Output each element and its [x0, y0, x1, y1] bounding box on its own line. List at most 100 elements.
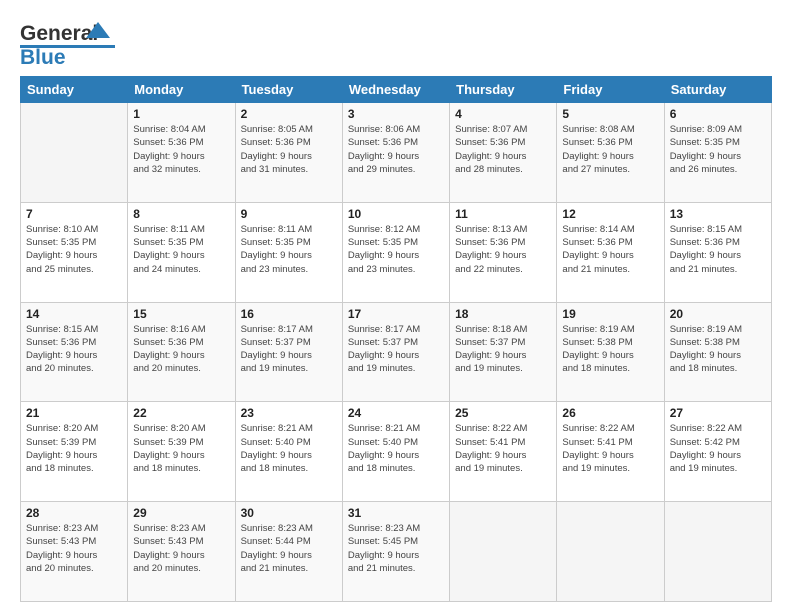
day-info: Sunrise: 8:13 AM Sunset: 5:36 PM Dayligh… — [455, 223, 551, 276]
day-info: Sunrise: 8:05 AM Sunset: 5:36 PM Dayligh… — [241, 123, 337, 176]
day-number: 9 — [241, 207, 337, 221]
day-info: Sunrise: 8:17 AM Sunset: 5:37 PM Dayligh… — [348, 323, 444, 376]
calendar-cell — [664, 502, 771, 602]
calendar-cell: 9 Sunrise: 8:11 AM Sunset: 5:35 PM Daylig… — [235, 202, 342, 302]
week-row-2: 7 Sunrise: 8:10 AM Sunset: 5:35 PM Daylig… — [21, 202, 772, 302]
calendar-cell: 17Sunrise: 8:17 AM Sunset: 5:37 PM Dayli… — [342, 302, 449, 402]
day-number: 8 — [133, 207, 229, 221]
day-number: 14 — [26, 307, 122, 321]
day-info: Sunrise: 8:23 AM Sunset: 5:43 PM Dayligh… — [26, 522, 122, 575]
header-row: Sunday Monday Tuesday Wednesday Thursday… — [21, 77, 772, 103]
day-number: 21 — [26, 406, 122, 420]
day-info: Sunrise: 8:12 AM Sunset: 5:35 PM Dayligh… — [348, 223, 444, 276]
calendar-cell: 31 Sunrise: 8:23 AM Sunset: 5:45 PM Dayli… — [342, 502, 449, 602]
col-monday: Monday — [128, 77, 235, 103]
col-thursday: Thursday — [450, 77, 557, 103]
logo: General Blue — [20, 18, 120, 66]
day-number: 19 — [562, 307, 658, 321]
page: General Blue Sunday Monday Tuesday Wedne… — [0, 0, 792, 612]
calendar-cell: 5Sunrise: 8:08 AM Sunset: 5:36 PM Daylig… — [557, 103, 664, 203]
day-info: Sunrise: 8:21 AM Sunset: 5:40 PM Dayligh… — [241, 422, 337, 475]
day-number: 27 — [670, 406, 766, 420]
day-info: Sunrise: 8:22 AM Sunset: 5:41 PM Dayligh… — [455, 422, 551, 475]
calendar-cell: 21 Sunrise: 8:20 AM Sunset: 5:39 PM Dayli… — [21, 402, 128, 502]
day-info: Sunrise: 8:09 AM Sunset: 5:35 PM Dayligh… — [670, 123, 766, 176]
calendar-cell: 6Sunrise: 8:09 AM Sunset: 5:35 PM Daylig… — [664, 103, 771, 203]
week-row-4: 21 Sunrise: 8:20 AM Sunset: 5:39 PM Dayli… — [21, 402, 772, 502]
calendar-cell: 30 Sunrise: 8:23 AM Sunset: 5:44 PM Dayli… — [235, 502, 342, 602]
day-number: 2 — [241, 107, 337, 121]
calendar-cell: 16 Sunrise: 8:17 AM Sunset: 5:37 PM Dayli… — [235, 302, 342, 402]
calendar-cell: 8 Sunrise: 8:11 AM Sunset: 5:35 PM Daylig… — [128, 202, 235, 302]
calendar-cell — [21, 103, 128, 203]
calendar-body: 1 Sunrise: 8:04 AM Sunset: 5:36 PM Daylig… — [21, 103, 772, 602]
day-info: Sunrise: 8:21 AM Sunset: 5:40 PM Dayligh… — [348, 422, 444, 475]
col-sunday: Sunday — [21, 77, 128, 103]
col-wednesday: Wednesday — [342, 77, 449, 103]
calendar-cell — [450, 502, 557, 602]
calendar-cell: 29Sunrise: 8:23 AM Sunset: 5:43 PM Dayli… — [128, 502, 235, 602]
day-info: Sunrise: 8:22 AM Sunset: 5:42 PM Dayligh… — [670, 422, 766, 475]
day-info: Sunrise: 8:18 AM Sunset: 5:37 PM Dayligh… — [455, 323, 551, 376]
day-info: Sunrise: 8:07 AM Sunset: 5:36 PM Dayligh… — [455, 123, 551, 176]
day-number: 1 — [133, 107, 229, 121]
week-row-3: 14Sunrise: 8:15 AM Sunset: 5:36 PM Dayli… — [21, 302, 772, 402]
calendar-cell: 22 Sunrise: 8:20 AM Sunset: 5:39 PM Dayli… — [128, 402, 235, 502]
week-row-1: 1 Sunrise: 8:04 AM Sunset: 5:36 PM Daylig… — [21, 103, 772, 203]
calendar-cell: 3 Sunrise: 8:06 AM Sunset: 5:36 PM Daylig… — [342, 103, 449, 203]
col-tuesday: Tuesday — [235, 77, 342, 103]
day-info: Sunrise: 8:06 AM Sunset: 5:36 PM Dayligh… — [348, 123, 444, 176]
day-number: 12 — [562, 207, 658, 221]
day-number: 31 — [348, 506, 444, 520]
calendar-cell: 11Sunrise: 8:13 AM Sunset: 5:36 PM Dayli… — [450, 202, 557, 302]
calendar-cell: 7 Sunrise: 8:10 AM Sunset: 5:35 PM Daylig… — [21, 202, 128, 302]
svg-text:General: General — [20, 22, 98, 45]
calendar-header: Sunday Monday Tuesday Wednesday Thursday… — [21, 77, 772, 103]
day-number: 22 — [133, 406, 229, 420]
day-info: Sunrise: 8:04 AM Sunset: 5:36 PM Dayligh… — [133, 123, 229, 176]
day-info: Sunrise: 8:15 AM Sunset: 5:36 PM Dayligh… — [670, 223, 766, 276]
day-number: 26 — [562, 406, 658, 420]
day-info: Sunrise: 8:11 AM Sunset: 5:35 PM Dayligh… — [241, 223, 337, 276]
day-info: Sunrise: 8:16 AM Sunset: 5:36 PM Dayligh… — [133, 323, 229, 376]
day-info: Sunrise: 8:11 AM Sunset: 5:35 PM Dayligh… — [133, 223, 229, 276]
calendar-cell: 4Sunrise: 8:07 AM Sunset: 5:36 PM Daylig… — [450, 103, 557, 203]
calendar-cell: 25 Sunrise: 8:22 AM Sunset: 5:41 PM Dayli… — [450, 402, 557, 502]
calendar-cell: 27 Sunrise: 8:22 AM Sunset: 5:42 PM Dayli… — [664, 402, 771, 502]
day-number: 23 — [241, 406, 337, 420]
day-info: Sunrise: 8:08 AM Sunset: 5:36 PM Dayligh… — [562, 123, 658, 176]
day-info: Sunrise: 8:20 AM Sunset: 5:39 PM Dayligh… — [26, 422, 122, 475]
day-info: Sunrise: 8:23 AM Sunset: 5:43 PM Dayligh… — [133, 522, 229, 575]
calendar-cell: 1 Sunrise: 8:04 AM Sunset: 5:36 PM Daylig… — [128, 103, 235, 203]
day-number: 30 — [241, 506, 337, 520]
calendar-cell: 24 Sunrise: 8:21 AM Sunset: 5:40 PM Dayli… — [342, 402, 449, 502]
day-info: Sunrise: 8:20 AM Sunset: 5:39 PM Dayligh… — [133, 422, 229, 475]
calendar-cell: 26Sunrise: 8:22 AM Sunset: 5:41 PM Dayli… — [557, 402, 664, 502]
calendar-cell: 18 Sunrise: 8:18 AM Sunset: 5:37 PM Dayli… — [450, 302, 557, 402]
day-number: 18 — [455, 307, 551, 321]
calendar-cell: 12 Sunrise: 8:14 AM Sunset: 5:36 PM Dayli… — [557, 202, 664, 302]
day-info: Sunrise: 8:23 AM Sunset: 5:44 PM Dayligh… — [241, 522, 337, 575]
day-number: 10 — [348, 207, 444, 221]
svg-text:Blue: Blue — [20, 46, 66, 66]
day-number: 24 — [348, 406, 444, 420]
calendar-cell: 23 Sunrise: 8:21 AM Sunset: 5:40 PM Dayli… — [235, 402, 342, 502]
day-info: Sunrise: 8:17 AM Sunset: 5:37 PM Dayligh… — [241, 323, 337, 376]
calendar-cell: 13Sunrise: 8:15 AM Sunset: 5:36 PM Dayli… — [664, 202, 771, 302]
calendar-cell: 15 Sunrise: 8:16 AM Sunset: 5:36 PM Dayli… — [128, 302, 235, 402]
day-number: 16 — [241, 307, 337, 321]
logo-svg: General Blue — [20, 18, 120, 66]
calendar-cell: 19Sunrise: 8:19 AM Sunset: 5:38 PM Dayli… — [557, 302, 664, 402]
day-number: 25 — [455, 406, 551, 420]
day-number: 7 — [26, 207, 122, 221]
day-number: 3 — [348, 107, 444, 121]
day-info: Sunrise: 8:23 AM Sunset: 5:45 PM Dayligh… — [348, 522, 444, 575]
day-number: 20 — [670, 307, 766, 321]
day-info: Sunrise: 8:10 AM Sunset: 5:35 PM Dayligh… — [26, 223, 122, 276]
week-row-5: 28 Sunrise: 8:23 AM Sunset: 5:43 PM Dayli… — [21, 502, 772, 602]
day-info: Sunrise: 8:19 AM Sunset: 5:38 PM Dayligh… — [670, 323, 766, 376]
day-info: Sunrise: 8:14 AM Sunset: 5:36 PM Dayligh… — [562, 223, 658, 276]
day-number: 28 — [26, 506, 122, 520]
calendar-cell: 28 Sunrise: 8:23 AM Sunset: 5:43 PM Dayli… — [21, 502, 128, 602]
day-number: 15 — [133, 307, 229, 321]
